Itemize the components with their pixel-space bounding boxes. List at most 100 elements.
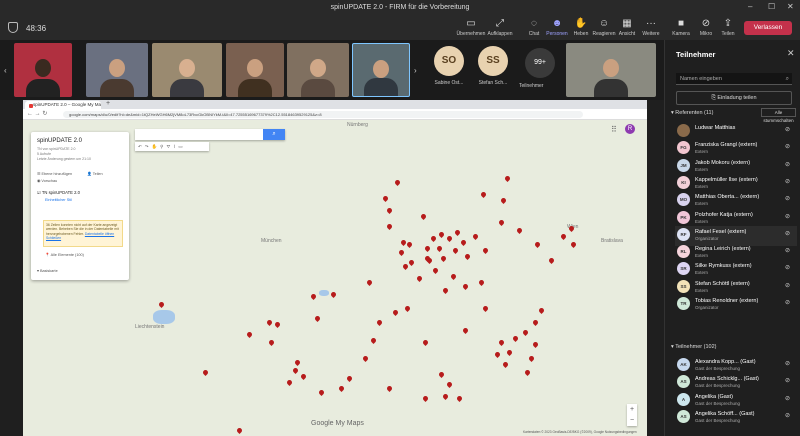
chevron-right-icon[interactable]: › bbox=[414, 66, 417, 75]
more-participants-button[interactable]: 99+ bbox=[525, 48, 555, 78]
map-marker-icon[interactable] bbox=[471, 232, 480, 241]
close-window-icon[interactable]: ✕ bbox=[787, 2, 794, 11]
map-marker-icon[interactable] bbox=[493, 350, 502, 359]
participant-avatar[interactable]: SS Stefan Sch... bbox=[470, 46, 516, 86]
video-tile[interactable] bbox=[566, 43, 656, 97]
map-marker-icon[interactable] bbox=[547, 256, 556, 265]
layer-style-link[interactable]: Einheitlicher Stil bbox=[45, 198, 72, 202]
map-marker-icon[interactable] bbox=[381, 194, 390, 203]
map-marker-icon[interactable] bbox=[445, 380, 454, 389]
mute-all-button[interactable]: Alle stummschalten bbox=[761, 108, 796, 123]
basemap-button[interactable]: ▾ Basiskarte bbox=[37, 268, 58, 273]
toolbar-share[interactable]: ⇪ Teilen bbox=[713, 18, 743, 37]
browser-tab[interactable]: spinUPDATE 2.0 – Google My Ma bbox=[25, 101, 101, 109]
map-marker-icon[interactable] bbox=[337, 384, 346, 393]
participant-avatar[interactable]: SO Sabine Ost... bbox=[426, 46, 472, 86]
map-marker-icon[interactable] bbox=[405, 240, 414, 249]
mic-muted-icon[interactable]: ⊘ bbox=[785, 195, 790, 202]
video-tile[interactable] bbox=[226, 43, 284, 97]
layer-checkbox[interactable]: ☑ TN spinUPDATE 2.0 bbox=[37, 190, 80, 195]
map-marker-icon[interactable] bbox=[157, 300, 166, 309]
map-marker-icon[interactable] bbox=[291, 366, 300, 375]
leave-button[interactable]: Verlassen bbox=[744, 21, 792, 35]
map-marker-icon[interactable] bbox=[437, 370, 446, 379]
map-marker-icon[interactable] bbox=[441, 286, 450, 295]
video-tile-active-speaker[interactable] bbox=[352, 43, 410, 97]
map-marker-icon[interactable] bbox=[477, 278, 486, 287]
video-tile[interactable] bbox=[14, 43, 72, 97]
map-marker-icon[interactable] bbox=[439, 254, 448, 263]
map-marker-icon[interactable] bbox=[401, 262, 410, 271]
map-marker-icon[interactable] bbox=[317, 388, 326, 397]
map-marker-icon[interactable] bbox=[459, 238, 468, 247]
mic-muted-icon[interactable]: ⊘ bbox=[785, 360, 790, 367]
map-marker-icon[interactable] bbox=[235, 426, 244, 435]
apps-grid-icon[interactable]: ⠿ bbox=[611, 125, 617, 134]
mic-muted-icon[interactable]: ⊘ bbox=[785, 299, 790, 306]
mic-muted-icon[interactable]: ⊘ bbox=[785, 230, 790, 237]
map-marker-icon[interactable] bbox=[437, 230, 446, 239]
map-marker-icon[interactable] bbox=[285, 378, 294, 387]
map-marker-icon[interactable] bbox=[445, 234, 454, 243]
all-items-button[interactable]: 📍 Alle Elemente (100) bbox=[45, 252, 84, 257]
map-marker-icon[interactable] bbox=[435, 244, 444, 253]
map-marker-icon[interactable] bbox=[533, 240, 542, 249]
mic-muted-icon[interactable]: ⊘ bbox=[785, 377, 790, 384]
map-marker-icon[interactable] bbox=[453, 228, 462, 237]
map-marker-icon[interactable] bbox=[345, 374, 354, 383]
map-marker-icon[interactable] bbox=[531, 318, 540, 327]
map-marker-icon[interactable] bbox=[201, 368, 210, 377]
map-marker-icon[interactable] bbox=[361, 354, 370, 363]
map-marker-icon[interactable] bbox=[385, 206, 394, 215]
map-marker-icon[interactable] bbox=[293, 358, 302, 367]
map-tools[interactable]: ↶↷✋⚲⛛⌇▭ bbox=[135, 142, 209, 151]
map-marker-icon[interactable] bbox=[511, 334, 520, 343]
nav-arrows-icon[interactable]: ← → ↻ bbox=[27, 110, 47, 117]
map-marker-icon[interactable] bbox=[463, 252, 472, 261]
map-search-input[interactable]: ⌕ bbox=[135, 129, 285, 140]
participant-row[interactable]: AS Angelika Schöff... (Gast) Gast der Besp… bbox=[675, 408, 797, 428]
map-marker-icon[interactable] bbox=[449, 272, 458, 281]
map-marker-icon[interactable] bbox=[375, 318, 384, 327]
map-marker-icon[interactable] bbox=[537, 306, 546, 315]
minimize-icon[interactable]: – bbox=[748, 2, 752, 11]
map-marker-icon[interactable] bbox=[505, 348, 514, 357]
mic-muted-icon[interactable]: ⊘ bbox=[785, 282, 790, 289]
mic-muted-icon[interactable]: ⊘ bbox=[785, 143, 790, 150]
mic-muted-icon[interactable]: ⊘ bbox=[785, 395, 790, 402]
map-marker-icon[interactable] bbox=[407, 258, 416, 267]
toolbar-expand[interactable]: ⤢ Aufklappen bbox=[485, 18, 515, 37]
map-marker-icon[interactable] bbox=[329, 290, 338, 299]
map-marker-icon[interactable] bbox=[515, 226, 524, 235]
map-marker-icon[interactable] bbox=[415, 274, 424, 283]
video-tile[interactable] bbox=[287, 43, 349, 97]
map-marker-icon[interactable] bbox=[421, 338, 430, 347]
map-marker-icon[interactable] bbox=[455, 394, 464, 403]
mic-muted-icon[interactable]: ⊘ bbox=[785, 126, 790, 133]
chevron-left-icon[interactable]: ‹ bbox=[4, 66, 7, 75]
url-field[interactable]: google.com/maps/d/u/0/edit?hl=de&mid=1tQ… bbox=[63, 111, 583, 118]
toolbar-present[interactable]: ▭ Übernehmen bbox=[456, 18, 486, 37]
participant-row[interactable]: TR Tobias Renoldner (extern) Organizator ⊘ bbox=[675, 295, 797, 315]
map-marker-icon[interactable] bbox=[309, 292, 318, 301]
toolbar-more[interactable]: ··· Weitere bbox=[636, 18, 666, 37]
map-canvas[interactable]: Nürnberg München Liechtenstein Bratislav… bbox=[23, 120, 647, 436]
map-marker-icon[interactable] bbox=[481, 246, 490, 255]
map-marker-icon[interactable] bbox=[299, 372, 308, 381]
map-marker-icon[interactable] bbox=[523, 368, 532, 377]
map-marker-icon[interactable] bbox=[497, 218, 506, 227]
map-marker-icon[interactable] bbox=[431, 266, 440, 275]
profile-avatar[interactable]: R bbox=[625, 124, 635, 134]
map-marker-icon[interactable] bbox=[397, 248, 406, 257]
map-marker-icon[interactable] bbox=[503, 174, 512, 183]
map-marker-icon[interactable] bbox=[461, 326, 470, 335]
map-marker-icon[interactable] bbox=[385, 384, 394, 393]
map-marker-icon[interactable] bbox=[421, 394, 430, 403]
mic-muted-icon[interactable]: ⊘ bbox=[785, 213, 790, 220]
map-marker-icon[interactable] bbox=[429, 234, 438, 243]
new-tab-icon[interactable]: + bbox=[106, 100, 110, 107]
zoom-control[interactable]: + − bbox=[627, 404, 637, 426]
map-marker-icon[interactable] bbox=[569, 240, 578, 249]
map-marker-icon[interactable] bbox=[245, 330, 254, 339]
map-marker-icon[interactable] bbox=[531, 340, 540, 349]
